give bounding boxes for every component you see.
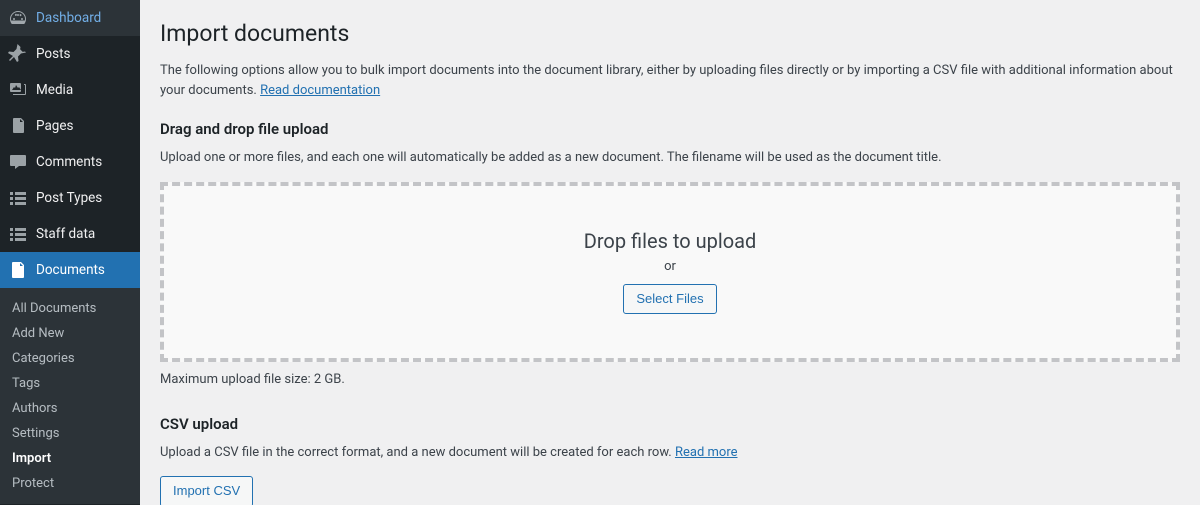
csv-section-title: CSV upload [160, 415, 1180, 433]
sidebar-item-label: Dashboard [36, 10, 101, 26]
csv-read-more-link[interactable]: Read more [675, 445, 738, 460]
intro-paragraph: The following options allow you to bulk … [160, 61, 1180, 100]
read-documentation-link[interactable]: Read documentation [260, 83, 380, 98]
sidebar-item-label: Documents [36, 262, 105, 278]
sidebar-item-label: Media [36, 82, 73, 98]
page-icon [8, 116, 28, 136]
dashboard-icon [8, 8, 28, 28]
submenu-authors[interactable]: Authors [0, 396, 140, 421]
documents-submenu: All Documents Add New Categories Tags Au… [0, 288, 140, 504]
submenu-all-documents[interactable]: All Documents [0, 296, 140, 321]
csv-description: Upload a CSV file in the correct format,… [160, 443, 1180, 463]
sidebar-item-post-types[interactable]: Post Types [0, 180, 140, 216]
submenu-add-new[interactable]: Add New [0, 321, 140, 346]
import-csv-button[interactable]: Import CSV [160, 476, 253, 505]
drag-drop-description: Upload one or more files, and each one w… [160, 148, 1180, 168]
submenu-import[interactable]: Import [0, 446, 140, 471]
sidebar-item-comments[interactable]: Comments [0, 144, 140, 180]
submenu-settings[interactable]: Settings [0, 421, 140, 446]
document-icon [8, 260, 28, 280]
sidebar-item-posts[interactable]: Posts [0, 36, 140, 72]
submenu-tags[interactable]: Tags [0, 371, 140, 396]
dropzone-or-text: or [664, 259, 676, 274]
sidebar-item-label: Posts [36, 46, 70, 62]
sidebar-item-label: Staff data [36, 226, 95, 242]
max-upload-note: Maximum upload file size: 2 GB. [160, 372, 1180, 387]
comment-icon [8, 152, 28, 172]
sidebar-item-documents[interactable]: Documents [0, 252, 140, 288]
drag-drop-section-title: Drag and drop file upload [160, 120, 1180, 138]
list-icon [8, 188, 28, 208]
list-icon [8, 224, 28, 244]
admin-sidebar: Dashboard Posts Media Pages Comments Pos… [0, 0, 140, 505]
sidebar-item-label: Pages [36, 118, 74, 134]
pin-icon [8, 44, 28, 64]
main-content: Import documents The following options a… [140, 0, 1200, 505]
sidebar-item-dashboard[interactable]: Dashboard [0, 0, 140, 36]
submenu-protect[interactable]: Protect [0, 471, 140, 496]
page-title: Import documents [160, 20, 1180, 47]
sidebar-item-staff-data[interactable]: Staff data [0, 216, 140, 252]
sidebar-item-label: Comments [36, 154, 102, 170]
sidebar-item-pages[interactable]: Pages [0, 108, 140, 144]
sidebar-item-media[interactable]: Media [0, 72, 140, 108]
sidebar-item-label: Post Types [36, 190, 102, 206]
media-icon [8, 80, 28, 100]
dropzone-title: Drop files to upload [584, 229, 757, 253]
submenu-categories[interactable]: Categories [0, 346, 140, 371]
csv-desc-text: Upload a CSV file in the correct format,… [160, 445, 675, 460]
select-files-button[interactable]: Select Files [623, 284, 716, 315]
file-dropzone[interactable]: Drop files to upload or Select Files [160, 182, 1180, 362]
